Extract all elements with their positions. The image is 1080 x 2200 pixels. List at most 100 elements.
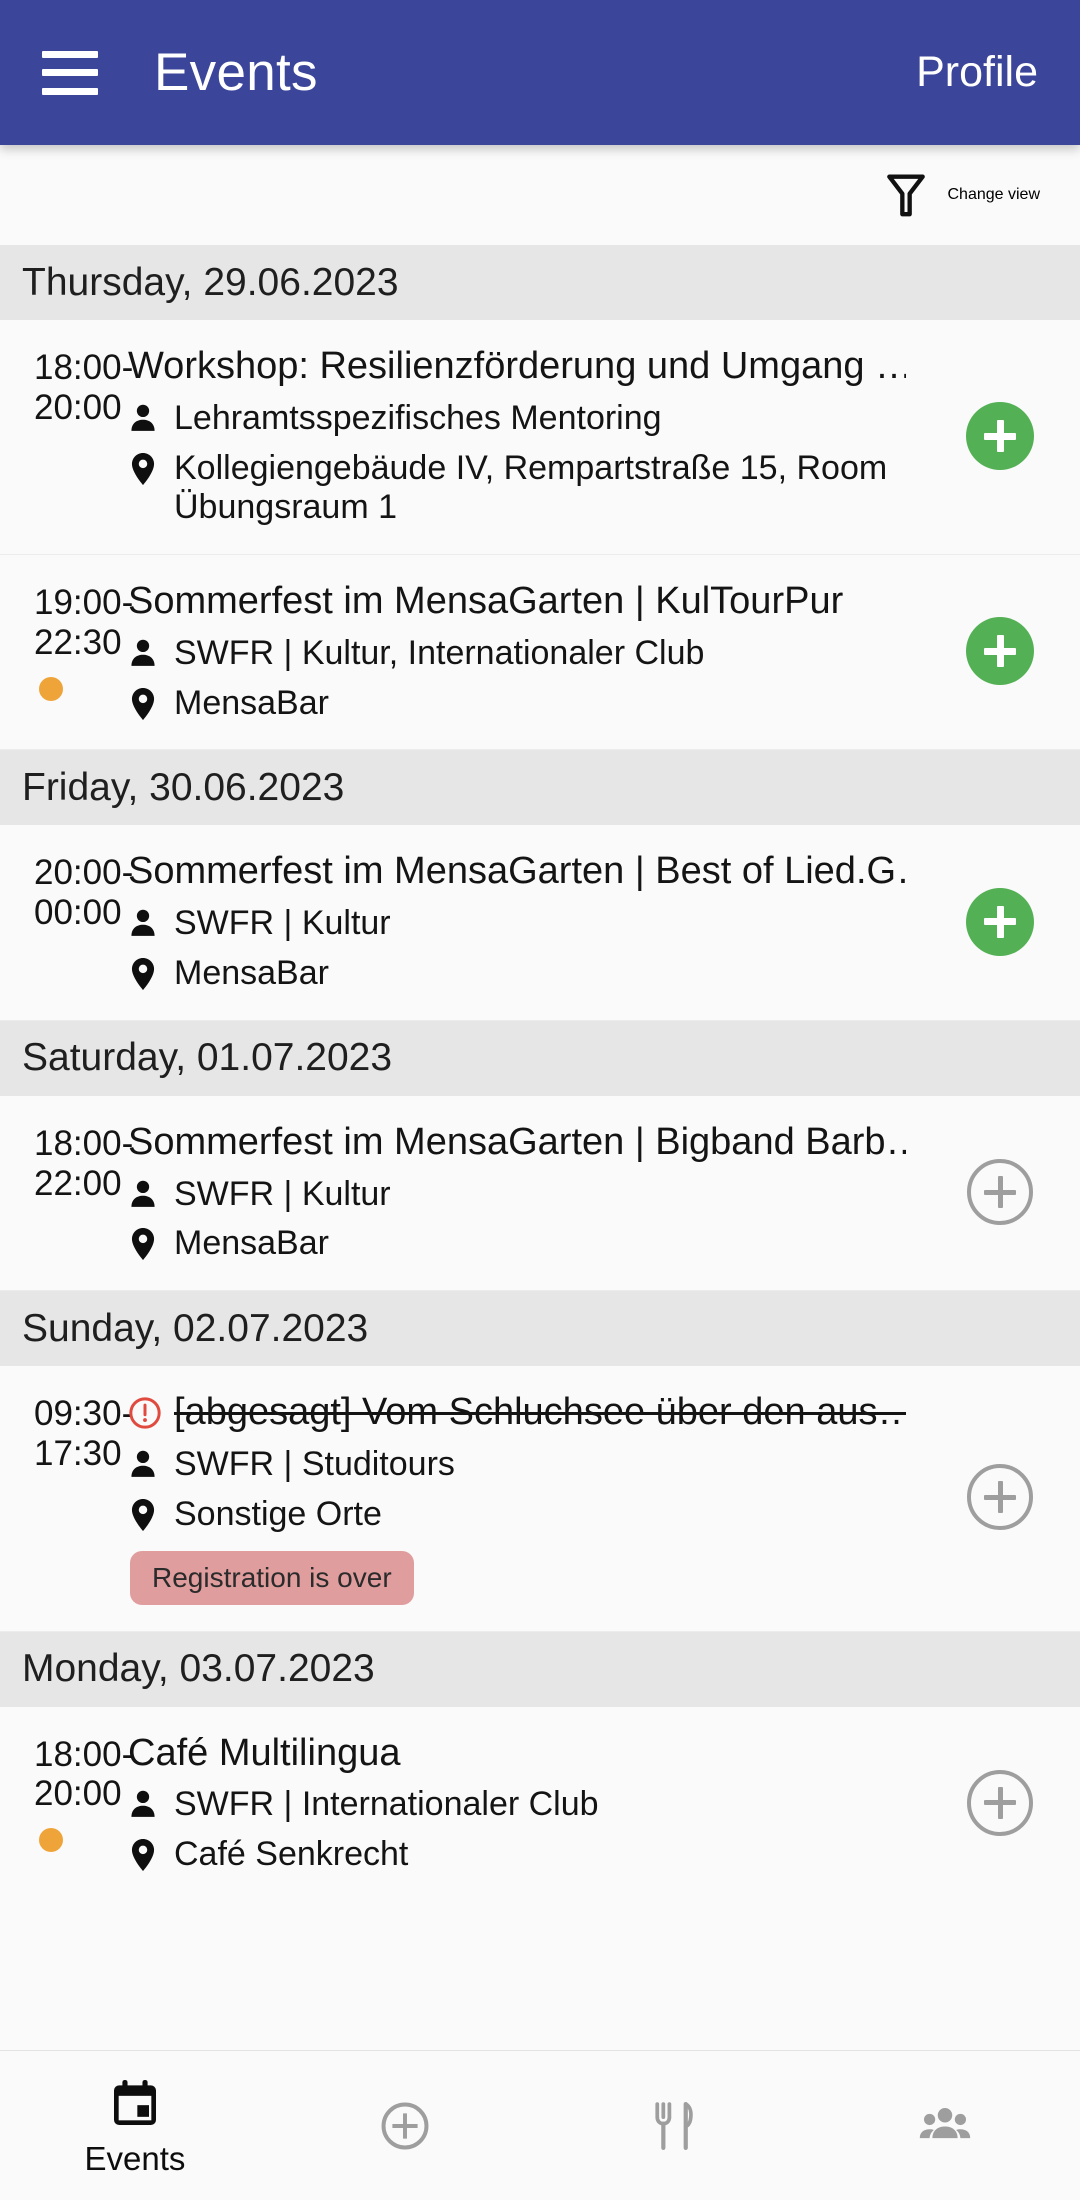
event-time: 20:00- 00:00: [0, 849, 133, 933]
event-organizer-row: SWFR | Kultur, Internationaler Club: [128, 634, 906, 674]
bottom-navigation: Events: [0, 2050, 1080, 2200]
add-to-calendar-button[interactable]: [967, 1464, 1033, 1531]
event-details: Workshop: Resilienzförderung und Umgang …: [128, 344, 920, 528]
person-icon-wrap: [128, 904, 158, 942]
person-icon: [131, 1450, 155, 1477]
nav-item-restaurant[interactable]: [540, 2098, 810, 2154]
event-details: Café Multilingua SWFR | Internationaler C…: [128, 1731, 920, 1875]
hamburger-menu-icon[interactable]: [42, 50, 98, 95]
event-location: Café Senkrecht: [174, 1835, 409, 1874]
nav-label-events: Events: [84, 2140, 186, 2177]
event-organizer-row: Lehramtsspezifisches Mentoring: [128, 399, 906, 439]
person-icon-wrap: [128, 1445, 158, 1483]
event-location: Kollegiengebäude IV, Rempartstraße 15, R…: [174, 448, 888, 527]
nav-item-add[interactable]: [270, 2098, 540, 2154]
event-time-end: 22:00: [34, 1163, 122, 1203]
app-bar: Events Profile: [0, 0, 1080, 145]
event-details: Sommerfest im MensaGarten | Bigband Barb…: [128, 1120, 920, 1264]
event-organizer: SWFR | Internationaler Club: [174, 1785, 599, 1824]
alert-circle-icon: [129, 1396, 161, 1429]
add-to-calendar-button[interactable]: [967, 1769, 1033, 1836]
add-to-calendar-button[interactable]: [966, 402, 1034, 471]
event-location-row: MensaBar: [128, 684, 906, 724]
day-header: Friday, 30.06.2023: [0, 750, 1080, 826]
event-time-start: 09:30-: [34, 1394, 134, 1434]
event-time-start: 18:00-: [34, 348, 134, 387]
map-pin-icon-wrap: [128, 954, 158, 992]
event-row[interactable]: 18:00- 22:00 Sommerfest im MensaGarten | B…: [0, 1095, 1080, 1292]
event-title: Café Multilingua: [128, 1731, 401, 1774]
hamburger-line: [42, 87, 98, 95]
person-icon-wrap: [128, 634, 158, 672]
event-time-start: 18:00-: [34, 1123, 134, 1163]
day-header: Monday, 03.07.2023: [0, 1631, 1080, 1707]
day-header: Sunday, 02.07.2023: [0, 1291, 1080, 1367]
funnel-filter-icon: [886, 174, 925, 217]
event-title-row: [abgesagt] Vom Schluchsee über den aus…: [128, 1390, 906, 1435]
add-to-calendar-button[interactable]: [966, 887, 1034, 956]
person-icon: [131, 910, 155, 937]
app-screen: Events Profile Change view Thursday, 29.…: [0, 0, 1080, 2200]
event-title-row: Sommerfest im MensaGarten | Bigband Barb…: [128, 1120, 906, 1165]
event-time: 09:30- 17:30: [0, 1390, 134, 1474]
event-details: [abgesagt] Vom Schluchsee über den aus… S…: [128, 1390, 920, 1605]
event-action: [920, 1464, 1080, 1531]
day-header: Thursday, 29.06.2023: [0, 245, 1080, 320]
event-row[interactable]: 18:00- 20:00 Café Multilingua SWFR | Intern…: [0, 1706, 1080, 1901]
map-pin-icon-wrap: [128, 684, 158, 722]
event-time: 18:00- 20:00: [0, 1731, 134, 1853]
add-to-calendar-button[interactable]: [967, 1159, 1033, 1226]
event-location: MensaBar: [174, 1224, 329, 1263]
person-icon: [131, 639, 155, 666]
profile-button[interactable]: Profile: [916, 48, 1038, 97]
event-organizer-row: SWFR | Studitours: [128, 1445, 906, 1485]
event-organizer: Lehramtsspezifisches Mentoring: [174, 398, 662, 437]
add-to-calendar-button[interactable]: [966, 617, 1034, 686]
view-toolbar: Change view: [0, 145, 1080, 245]
event-location: MensaBar: [174, 683, 329, 722]
person-icon: [131, 1180, 155, 1207]
map-pin-icon: [131, 452, 155, 485]
event-title: Sommerfest im MensaGarten | KulTourPur: [128, 580, 844, 623]
person-icon-wrap: [128, 1175, 158, 1213]
event-time-end: 00:00: [34, 893, 122, 933]
event-row[interactable]: 09:30- 17:30 [abgesagt] Vom Schluchsee übe…: [0, 1366, 1080, 1632]
change-view-button[interactable]: Change view: [886, 171, 1041, 219]
event-row[interactable]: 19:00- 22:30 Sommerfest im MensaGarten | K…: [0, 555, 1080, 751]
map-pin-icon: [131, 687, 155, 720]
event-action: [920, 617, 1080, 686]
page-title: Events: [154, 43, 318, 102]
event-organizer: SWFR | Kultur: [174, 1174, 391, 1213]
event-action: [920, 402, 1080, 471]
nav-item-people[interactable]: [810, 2098, 1080, 2154]
event-title-row: Sommerfest im MensaGarten | Best of Lied…: [128, 849, 906, 894]
event-organizer: SWFR | Kultur, Internationaler Club: [174, 633, 705, 672]
nav-item-events[interactable]: Events: [0, 2076, 270, 2175]
calendar-icon: [114, 2079, 156, 2125]
event-location-row: MensaBar: [128, 1224, 906, 1264]
event-location-row: Sonstige Orte: [128, 1495, 906, 1535]
event-row[interactable]: 18:00- 20:00 Workshop: Resilienzförderung …: [0, 320, 1080, 556]
map-pin-icon-wrap: [128, 1495, 158, 1533]
event-action: [920, 1769, 1080, 1836]
event-title: [abgesagt] Vom Schluchsee über den aus…: [174, 1391, 906, 1434]
event-location: Sonstige Orte: [174, 1494, 382, 1533]
event-time-start: 18:00-: [34, 1734, 134, 1774]
map-pin-icon-wrap: [128, 449, 158, 487]
status-dot: [39, 1828, 63, 1853]
event-time: 18:00- 20:00: [0, 344, 134, 428]
day-header: Saturday, 01.07.2023: [0, 1020, 1080, 1096]
person-icon-wrap: [128, 1785, 158, 1823]
event-organizer: SWFR | Kultur: [174, 904, 391, 943]
map-pin-icon-wrap: [128, 1835, 158, 1873]
event-row[interactable]: 20:00- 00:00 Sommerfest im MensaGarten | B…: [0, 825, 1080, 1021]
event-title-row: Café Multilingua: [128, 1731, 906, 1776]
map-pin-icon: [131, 1498, 155, 1531]
event-title: Sommerfest im MensaGarten | Bigband Barb…: [128, 1120, 906, 1163]
map-pin-icon: [131, 958, 155, 991]
change-view-label: Change view: [947, 186, 1041, 203]
person-icon-wrap: [128, 399, 158, 437]
person-icon: [131, 404, 155, 431]
event-list[interactable]: Thursday, 29.06.2023 18:00- 20:00 Workshop:…: [0, 245, 1080, 2050]
event-location-row: Kollegiengebäude IV, Rempartstraße 15, R…: [128, 449, 906, 529]
